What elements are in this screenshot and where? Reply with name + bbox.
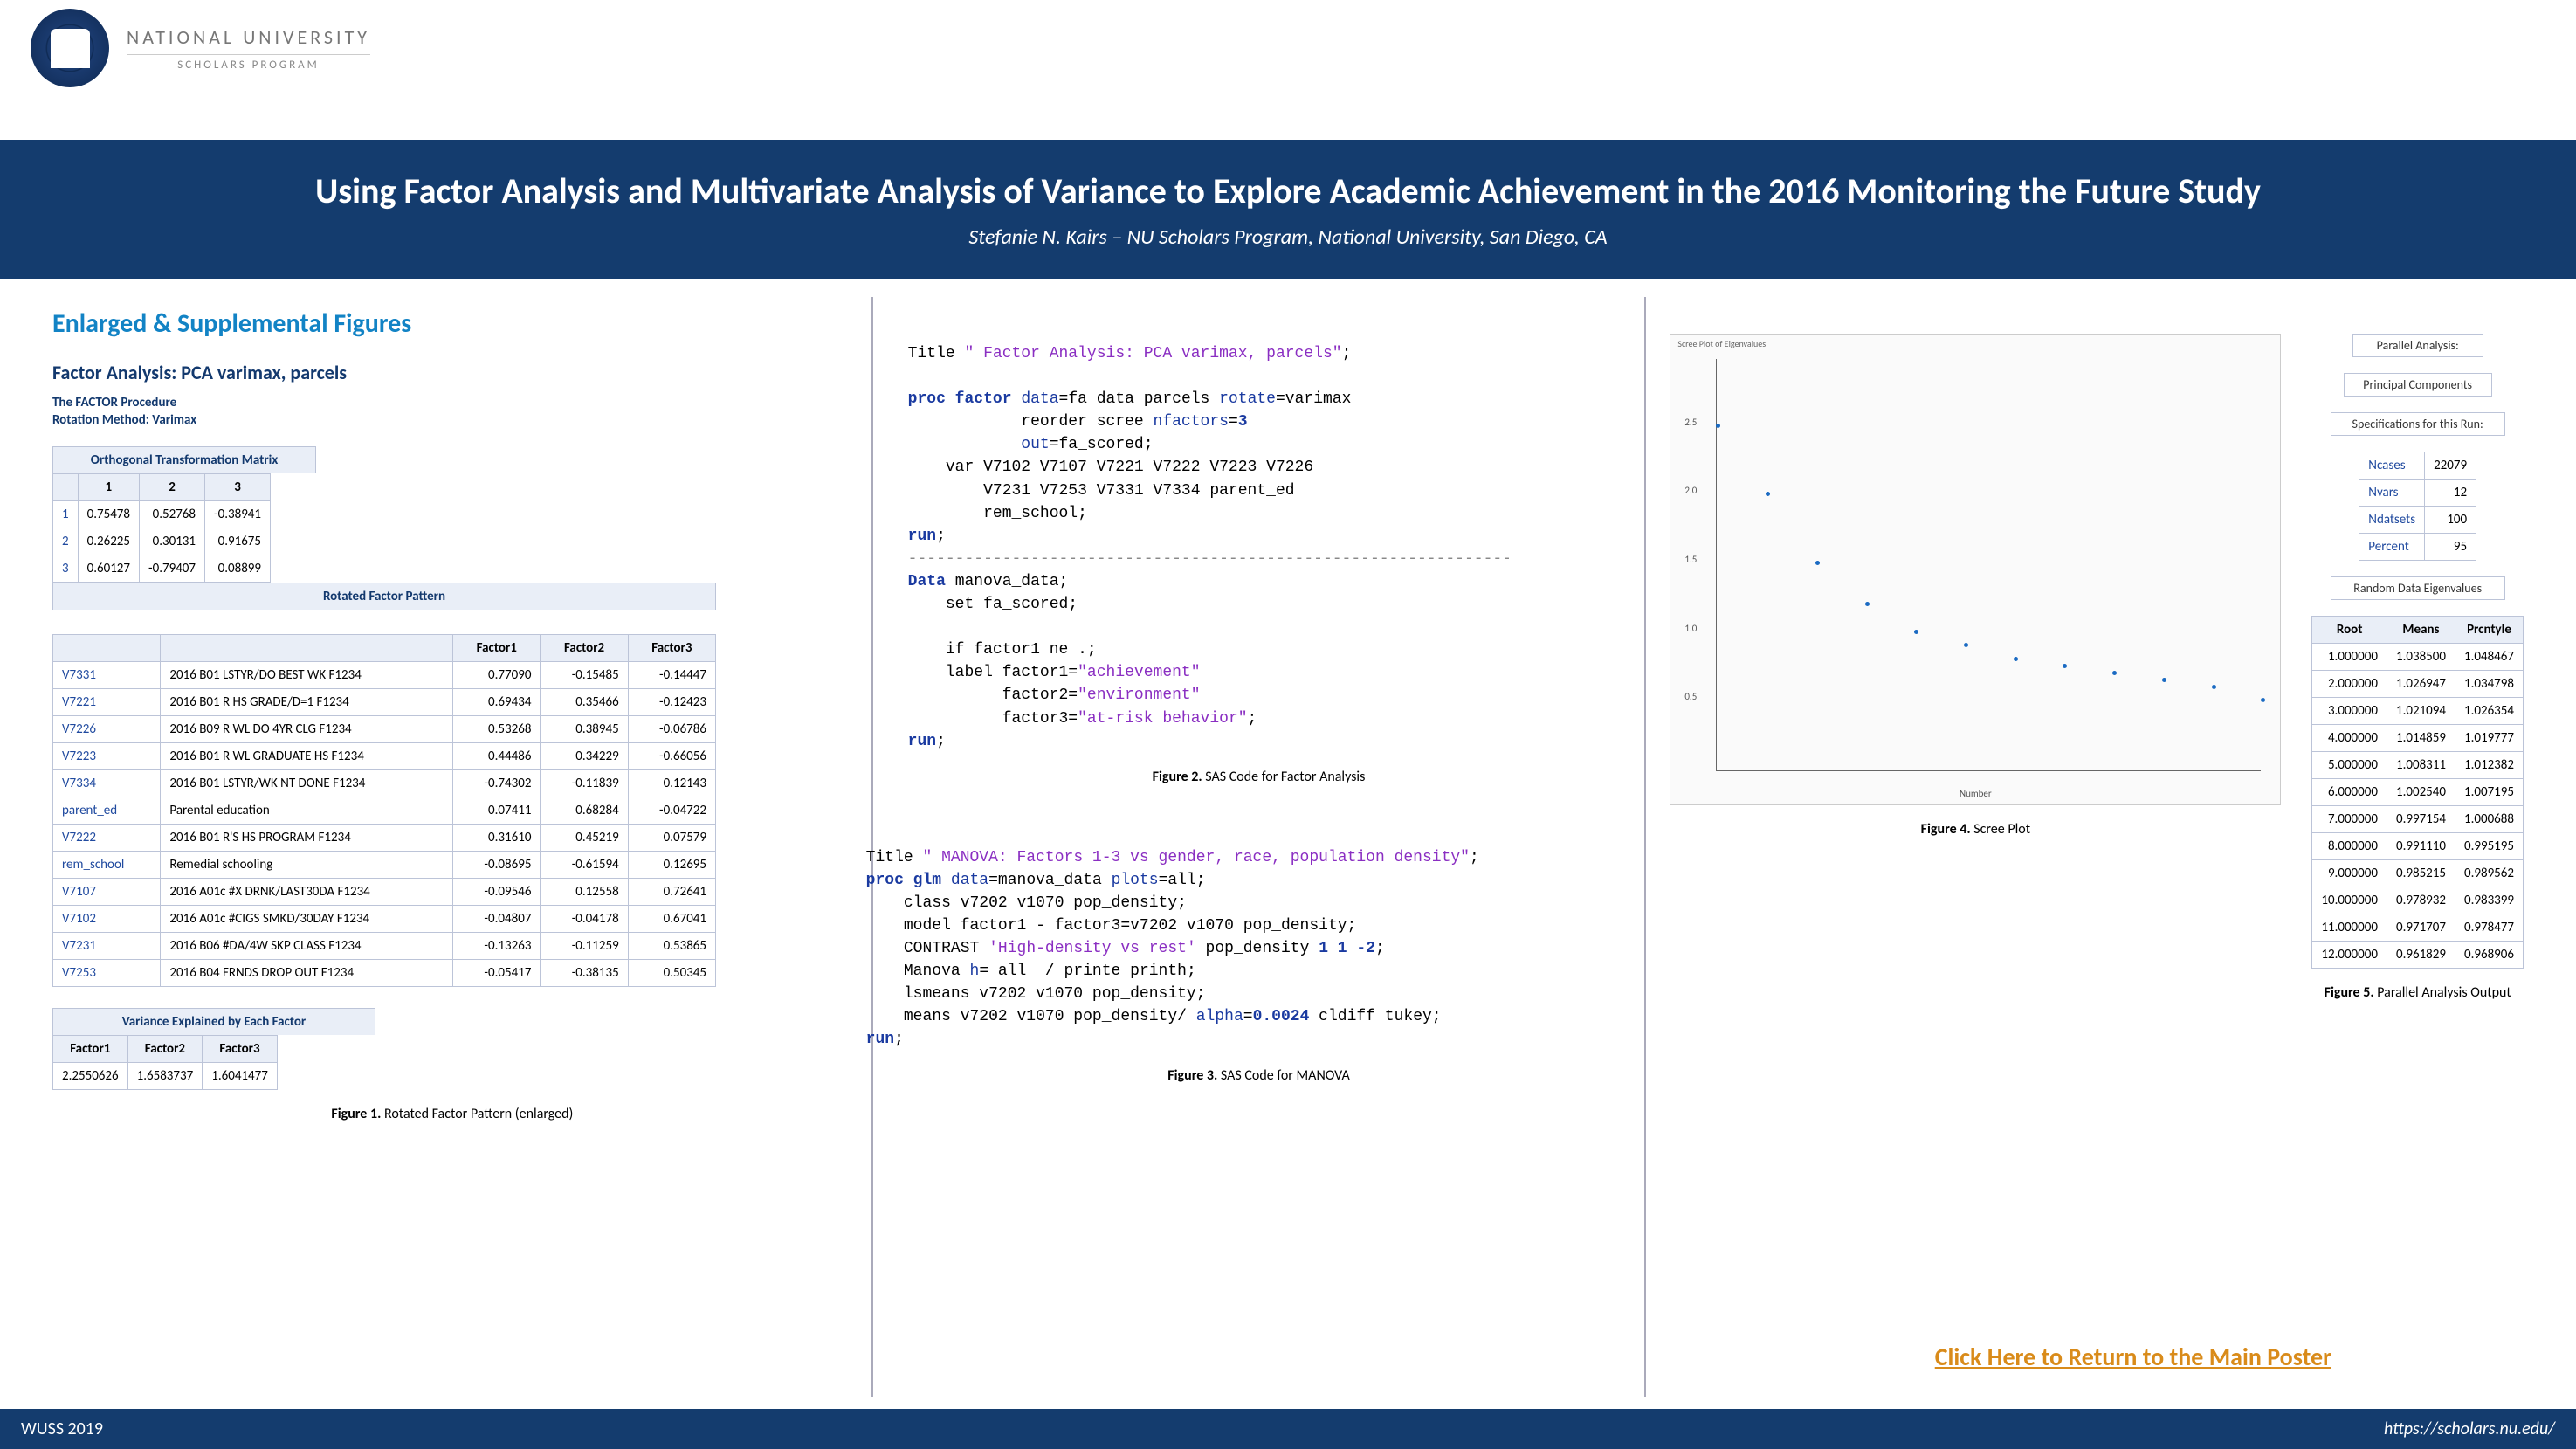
otm-caption: Orthogonal Transformation Matrix xyxy=(52,446,316,473)
figure-2-caption: Figure 2. SAS Code for Factor Analysis xyxy=(892,769,1626,785)
column-2: Title " Factor Analysis: PCA varimax, pa… xyxy=(873,297,1647,1397)
section-heading: Enlarged & Supplemental Figures xyxy=(52,307,852,340)
scree-title: Scree Plot of Eigenvalues xyxy=(1677,338,1766,349)
pa-spec-table: Ncases22079Nvars12Ndatsets100Percent95 xyxy=(2359,452,2476,561)
sas-code-factor: Title " Factor Analysis: PCA varimax, pa… xyxy=(908,342,1610,753)
column-3: Scree Plot of Eigenvalues 0.51.01.52.02.… xyxy=(1646,297,2543,1397)
poster-title: Using Factor Analysis and Multivariate A… xyxy=(315,169,2261,212)
university-seal-icon xyxy=(31,9,109,87)
pa-eig-table: RootMeansPrcntyle1.0000001.0385001.04846… xyxy=(2311,616,2524,969)
column-1: Enlarged & Supplemental Figures Factor A… xyxy=(33,297,873,1397)
pa-heading-3: Specifications for this Run: xyxy=(2331,412,2505,436)
pa-heading-2: Principal Components xyxy=(2344,373,2492,397)
scree-xlabel: Number xyxy=(1960,788,1992,799)
pa-heading-4: Random Data Eigenvalues xyxy=(2331,576,2505,600)
figure-5-caption: Figure 5. Parallel Analysis Output xyxy=(2311,984,2524,1001)
vexp-table: Factor1Factor2Factor32.25506261.65837371… xyxy=(52,1035,278,1090)
program-name: SCHOLARS PROGRAM xyxy=(127,54,370,72)
return-to-main-link[interactable]: Click Here to Return to the Main Poster xyxy=(1935,1342,2331,1372)
footer-url: https://scholars.nu.edu/ xyxy=(2384,1418,2555,1439)
footer: WUSS 2019 https://scholars.nu.edu/ xyxy=(0,1409,2576,1449)
footer-left: WUSS 2019 xyxy=(21,1418,103,1439)
poster-author: Stefanie N. Kairs – NU Scholars Program,… xyxy=(968,224,1607,250)
pa-heading-1: Parallel Analysis: xyxy=(2352,334,2483,357)
figure-1-caption: Figure 1. Rotated Factor Pattern (enlarg… xyxy=(52,1106,852,1122)
title-bar: Using Factor Analysis and Multivariate A… xyxy=(0,140,2576,279)
scree-plot: Scree Plot of Eigenvalues 0.51.01.52.02.… xyxy=(1670,334,2281,805)
rfp-table: Factor1Factor2Factor3V73312016 B01 LSTYR… xyxy=(52,634,716,987)
fa-procedure-label: The FACTOR ProcedureRotation Method: Var… xyxy=(52,395,852,429)
university-name: NATIONAL UNIVERSITY xyxy=(127,25,370,49)
otm-table: 12310.754780.52768-0.3894120.262250.3013… xyxy=(52,473,271,583)
return-link-container: Click Here to Return to the Main Poster xyxy=(1935,1342,2331,1372)
vexp-caption: Variance Explained by Each Factor xyxy=(52,1008,375,1035)
rfp-caption: Rotated Factor Pattern xyxy=(52,583,716,610)
header-logo: NATIONAL UNIVERSITY SCHOLARS PROGRAM xyxy=(31,9,370,87)
fa-title: Factor Analysis: PCA varimax, parcels xyxy=(52,361,852,384)
figure-3-caption: Figure 3. SAS Code for MANOVA xyxy=(892,1067,1626,1084)
figure-4-caption: Figure 4. Scree Plot xyxy=(1665,821,2285,838)
content-area: Enlarged & Supplemental Figures Factor A… xyxy=(33,297,2543,1397)
sas-code-manova: Title " MANOVA: Factors 1-3 vs gender, r… xyxy=(866,846,1610,1052)
